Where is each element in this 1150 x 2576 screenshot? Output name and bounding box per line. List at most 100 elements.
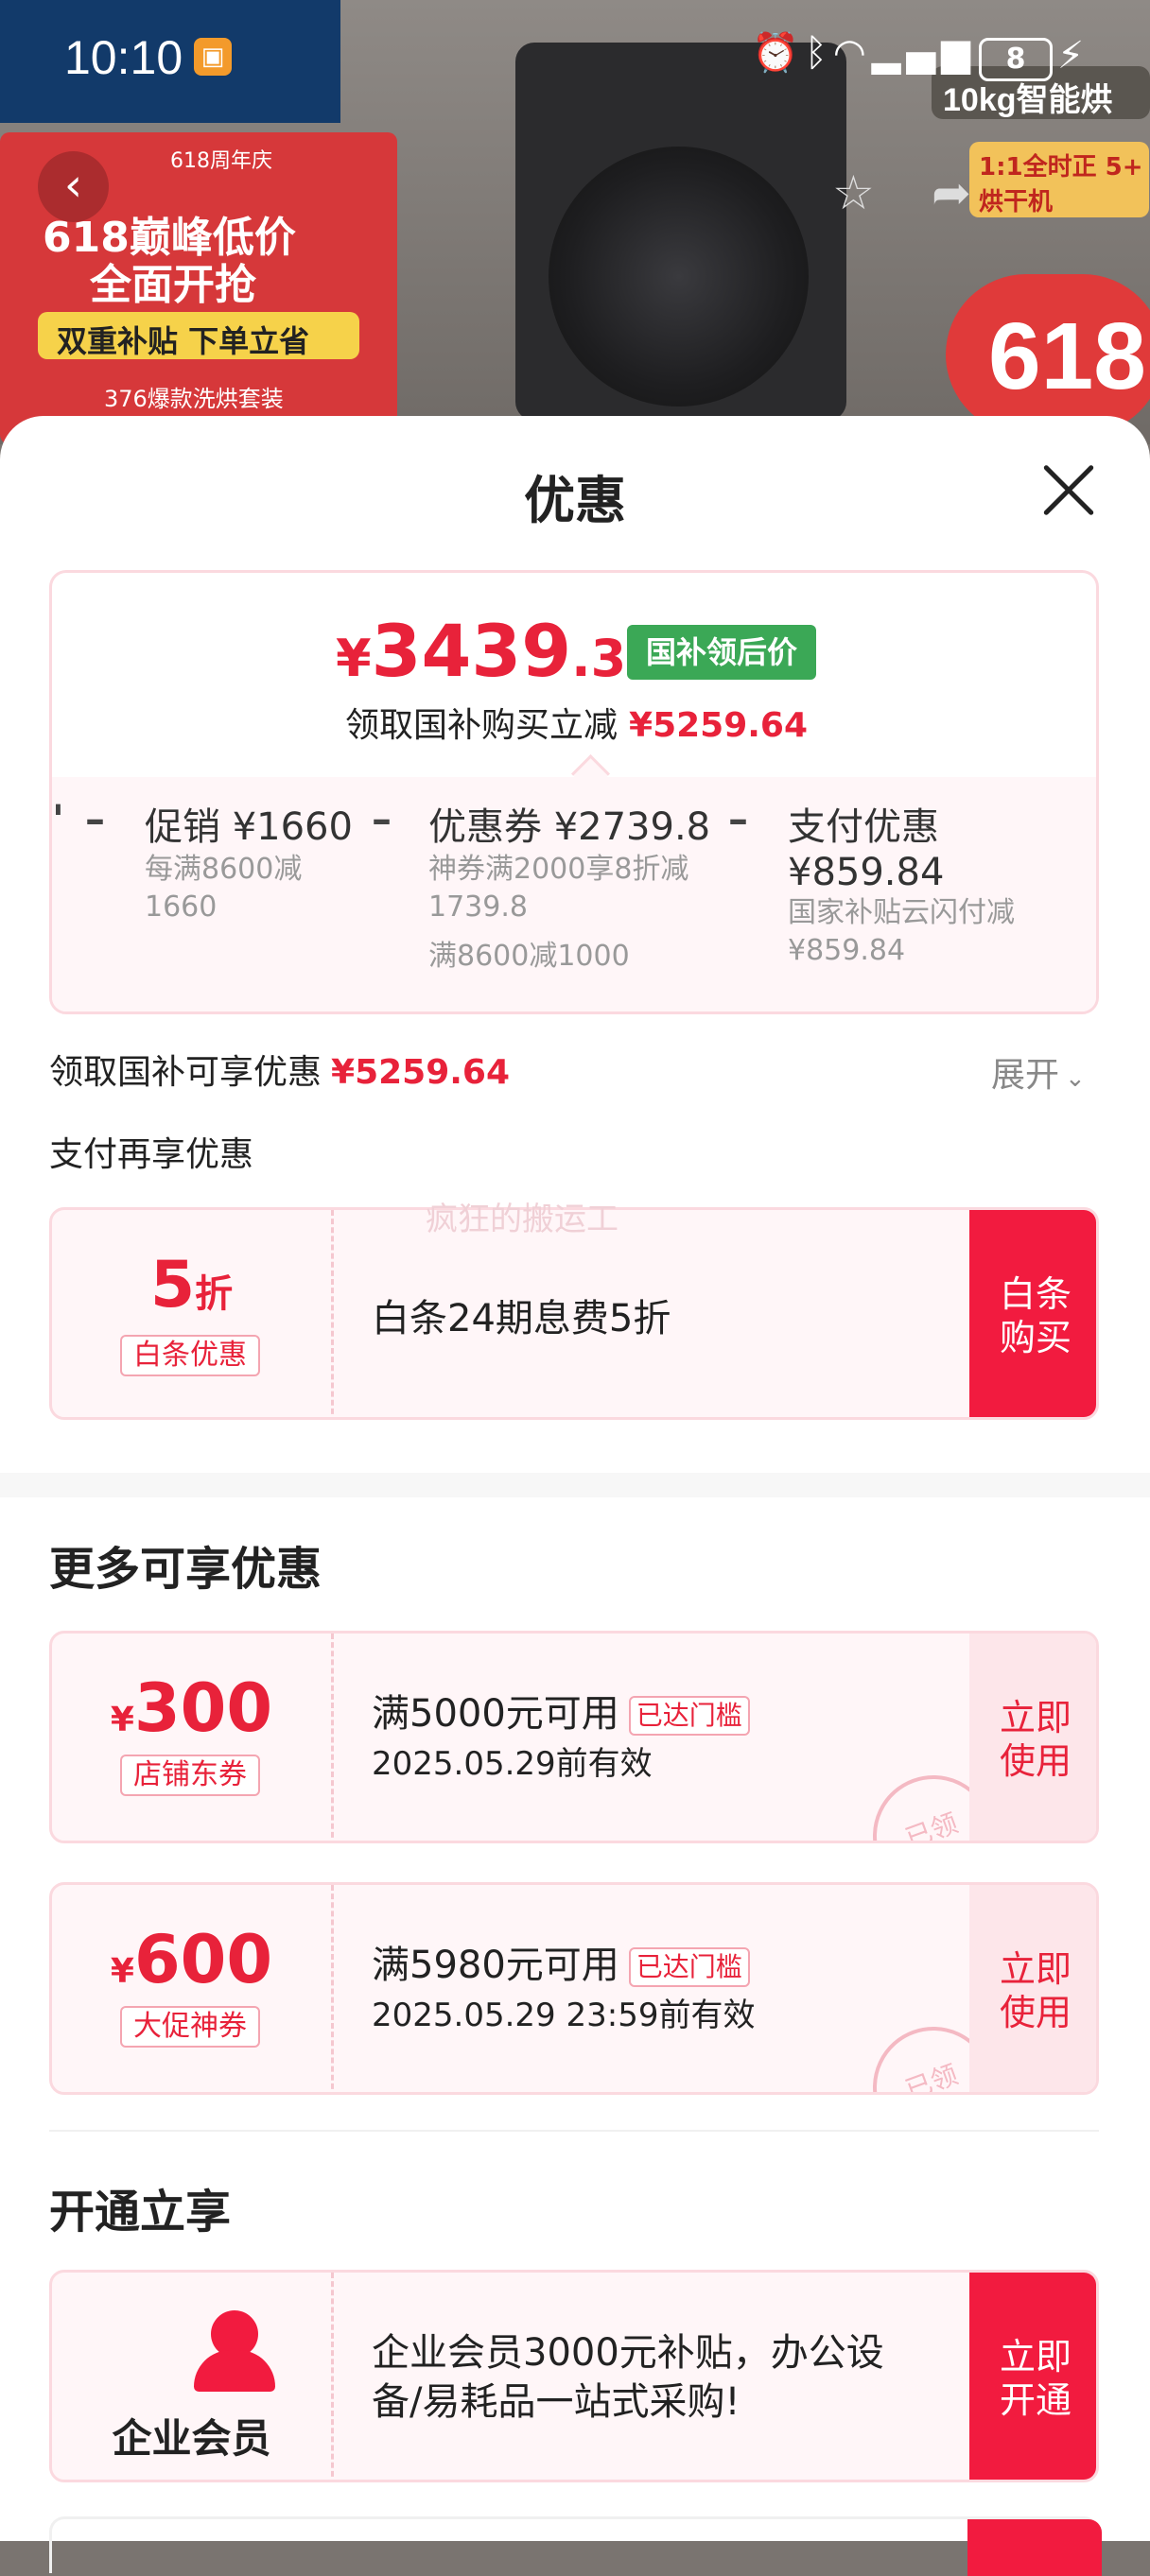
button-label: 立即	[999, 1697, 1072, 1738]
button-label: 立即	[999, 1948, 1072, 1990]
promo-line: 376爆款洗烘套装	[104, 386, 284, 412]
product-drum	[549, 147, 809, 406]
next-card-button[interactable]	[967, 2519, 1102, 2576]
charging-icon: ⚡	[1057, 34, 1085, 78]
coupon-value: 5折	[52, 1248, 331, 1323]
section-divider	[0, 1473, 1150, 1497]
coupon-currency: ¥	[110, 1952, 134, 1991]
breakdown-title: 促销 ¥1660	[145, 805, 353, 849]
coupon-tag: 店铺东券	[120, 1755, 260, 1796]
coupon-amount: 300	[133, 1669, 273, 1747]
button-label: 购买	[999, 1317, 1072, 1358]
coupon-divider	[331, 2273, 334, 2480]
breakdown-row: ' – 促销 ¥1660 每满8600减 1660 – 优惠券 ¥2739.8 …	[52, 796, 1096, 1011]
signal-icon: ▂▄▆	[871, 31, 977, 75]
minus-sign: '	[52, 796, 64, 842]
favorite-icon[interactable]: ☆	[832, 165, 875, 220]
bluetooth-icon: ᛒ	[804, 31, 833, 75]
subsidy-line: 领取国补购买立减 ¥5259.64	[345, 698, 808, 747]
coupon-condition: 满5000元可用 已达门槛	[372, 1683, 750, 1738]
chevron-down-icon: ⌄	[1065, 1064, 1086, 1093]
subsidy-label: 领取国补购买立减	[345, 706, 619, 745]
coupon-unit: 折	[195, 1272, 234, 1316]
wifi-icon: ◠	[832, 31, 872, 75]
available-amount: ¥5259.64	[331, 1053, 511, 1092]
coupon-condition: 满5980元可用 已达门槛	[372, 1934, 750, 1989]
breakdown-line: 满8600减1000	[428, 940, 630, 973]
coupon-amount: 600	[133, 1921, 273, 1998]
breakdown-item: 优惠券 ¥2739.8 神券满2000享8折减 1739.8 满8600减100…	[428, 796, 710, 976]
coupon-tag: 大促神券	[120, 2006, 260, 2048]
baitiao-buy-button[interactable]: 白条 购买	[969, 1210, 1096, 1417]
pay-section-title: 支付再享优惠	[49, 1135, 254, 1174]
coupon-validity: 2025.05.29 23:59前有效	[372, 1997, 756, 2034]
member-icon	[194, 2350, 275, 2392]
badge-618-text: 618	[988, 303, 1146, 409]
coupon-big: 5	[149, 1248, 196, 1323]
member-label: 企业会员	[112, 2415, 271, 2462]
use-coupon-button[interactable]: 立即 使用	[969, 1634, 1096, 1841]
status-icons: ⏰ᛒ◠▂▄▆	[752, 30, 976, 75]
breakdown-item: 促销 ¥1660 每满8600减 1660	[145, 796, 353, 926]
button-label: 开通	[999, 2379, 1072, 2421]
coupon-validity: 2025.05.29前有效	[372, 1745, 653, 1783]
member-card: 企业会员 企业会员3000元补贴，办公设 备/易耗品一站式采购! 立即 开通	[49, 2270, 1099, 2482]
dryer-tag: 1:1全时正 5+ 烘干机	[969, 142, 1149, 217]
coupon-value: ¥300	[52, 1669, 331, 1747]
price-card: ¥3439.36 国补领后价 领取国补购买立减 ¥5259.64 ' – 促销 ¥…	[49, 570, 1099, 1014]
breakdown-line: 国家补贴云闪付减	[788, 896, 1015, 929]
minus-sign: –	[372, 796, 392, 842]
breakdown-title: 优惠券 ¥2739.8	[428, 805, 711, 849]
open-benefits-title: 开通立享	[49, 2186, 232, 2239]
coupon-value: ¥600	[52, 1921, 331, 1998]
breakdown-line: 神券满2000享8折减	[428, 853, 689, 886]
promo-subsidy: 双重补贴 下单立省	[38, 312, 359, 359]
price-currency: ¥	[336, 629, 372, 688]
store-coupon: ¥300 店铺东券 满5000元可用 已达门槛 2025.05.29前有效 已领 …	[49, 1631, 1099, 1843]
use-coupon-button[interactable]: 立即 使用	[969, 1885, 1096, 2092]
coupon-currency: ¥	[110, 1701, 134, 1739]
coupon-divider	[331, 1885, 334, 2092]
subsidy-amount: ¥5259.64	[629, 706, 809, 745]
condition-text: 满5000元可用	[372, 1692, 619, 1736]
share-icon[interactable]: ➦	[932, 165, 971, 220]
price-integer: 3439	[371, 609, 572, 693]
breakdown-title: 支付优惠 ¥859.84	[788, 805, 945, 894]
button-label: 使用	[999, 1992, 1072, 2033]
promo-line: 全面开抢	[90, 261, 256, 309]
watermark-text: 疯狂的搬运工	[426, 1201, 619, 1238]
open-member-button[interactable]: 立即 开通	[969, 2273, 1096, 2480]
minus-sign: –	[728, 796, 748, 842]
available-discount-row: 领取国补可享优惠 ¥5259.64	[49, 1045, 510, 1094]
minus-sign: –	[85, 796, 105, 842]
coupon-tag: 白条优惠	[120, 1335, 260, 1376]
more-discount-title: 更多可享优惠	[49, 1543, 322, 1596]
next-card	[49, 2516, 1102, 2576]
breakdown-line: 每满8600减	[145, 853, 303, 886]
condition-text: 满5980元可用	[372, 1944, 619, 1987]
subsidy-price-tag: 国补领后价	[627, 625, 816, 680]
available-label: 领取国补可享优惠	[49, 1053, 322, 1092]
close-icon[interactable]	[1040, 461, 1097, 518]
back-icon[interactable]: ‹	[38, 151, 109, 222]
coupon-divider	[331, 1210, 334, 1417]
breakdown-line: 1660	[145, 890, 218, 924]
discount-sheet: 优惠 ¥3439.36 国补领后价 领取国补购买立减 ¥5259.64 ' – 促…	[0, 416, 1150, 2576]
battery-icon: 8	[979, 38, 1053, 81]
button-label: 使用	[999, 1740, 1072, 1782]
expand-label: 展开	[991, 1056, 1060, 1095]
member-text: 企业会员3000元补贴，办公设	[372, 2331, 884, 2375]
final-price: ¥3439.36	[336, 609, 662, 693]
button-label: 白条	[999, 1273, 1072, 1315]
button-label: 立即	[999, 2336, 1072, 2377]
coupon-text: 白条24期息费5折	[372, 1297, 671, 1340]
promo-coupon: ¥600 大促神券 满5980元可用 已达门槛 2025.05.29 23:59前…	[49, 1882, 1099, 2095]
breakdown-item: 支付优惠 ¥859.84 国家补贴云闪付减 ¥859.84	[788, 796, 1096, 970]
breakdown-line: 1739.8	[428, 890, 528, 924]
section-divider	[49, 2130, 1099, 2132]
sheet-title: 优惠	[524, 471, 626, 530]
breakdown-line: ¥859.84	[788, 934, 906, 967]
notification-icon: ▣	[194, 38, 232, 76]
expand-button[interactable]: 展开 ⌄	[991, 1047, 1086, 1097]
coupon-divider	[331, 1634, 334, 1841]
